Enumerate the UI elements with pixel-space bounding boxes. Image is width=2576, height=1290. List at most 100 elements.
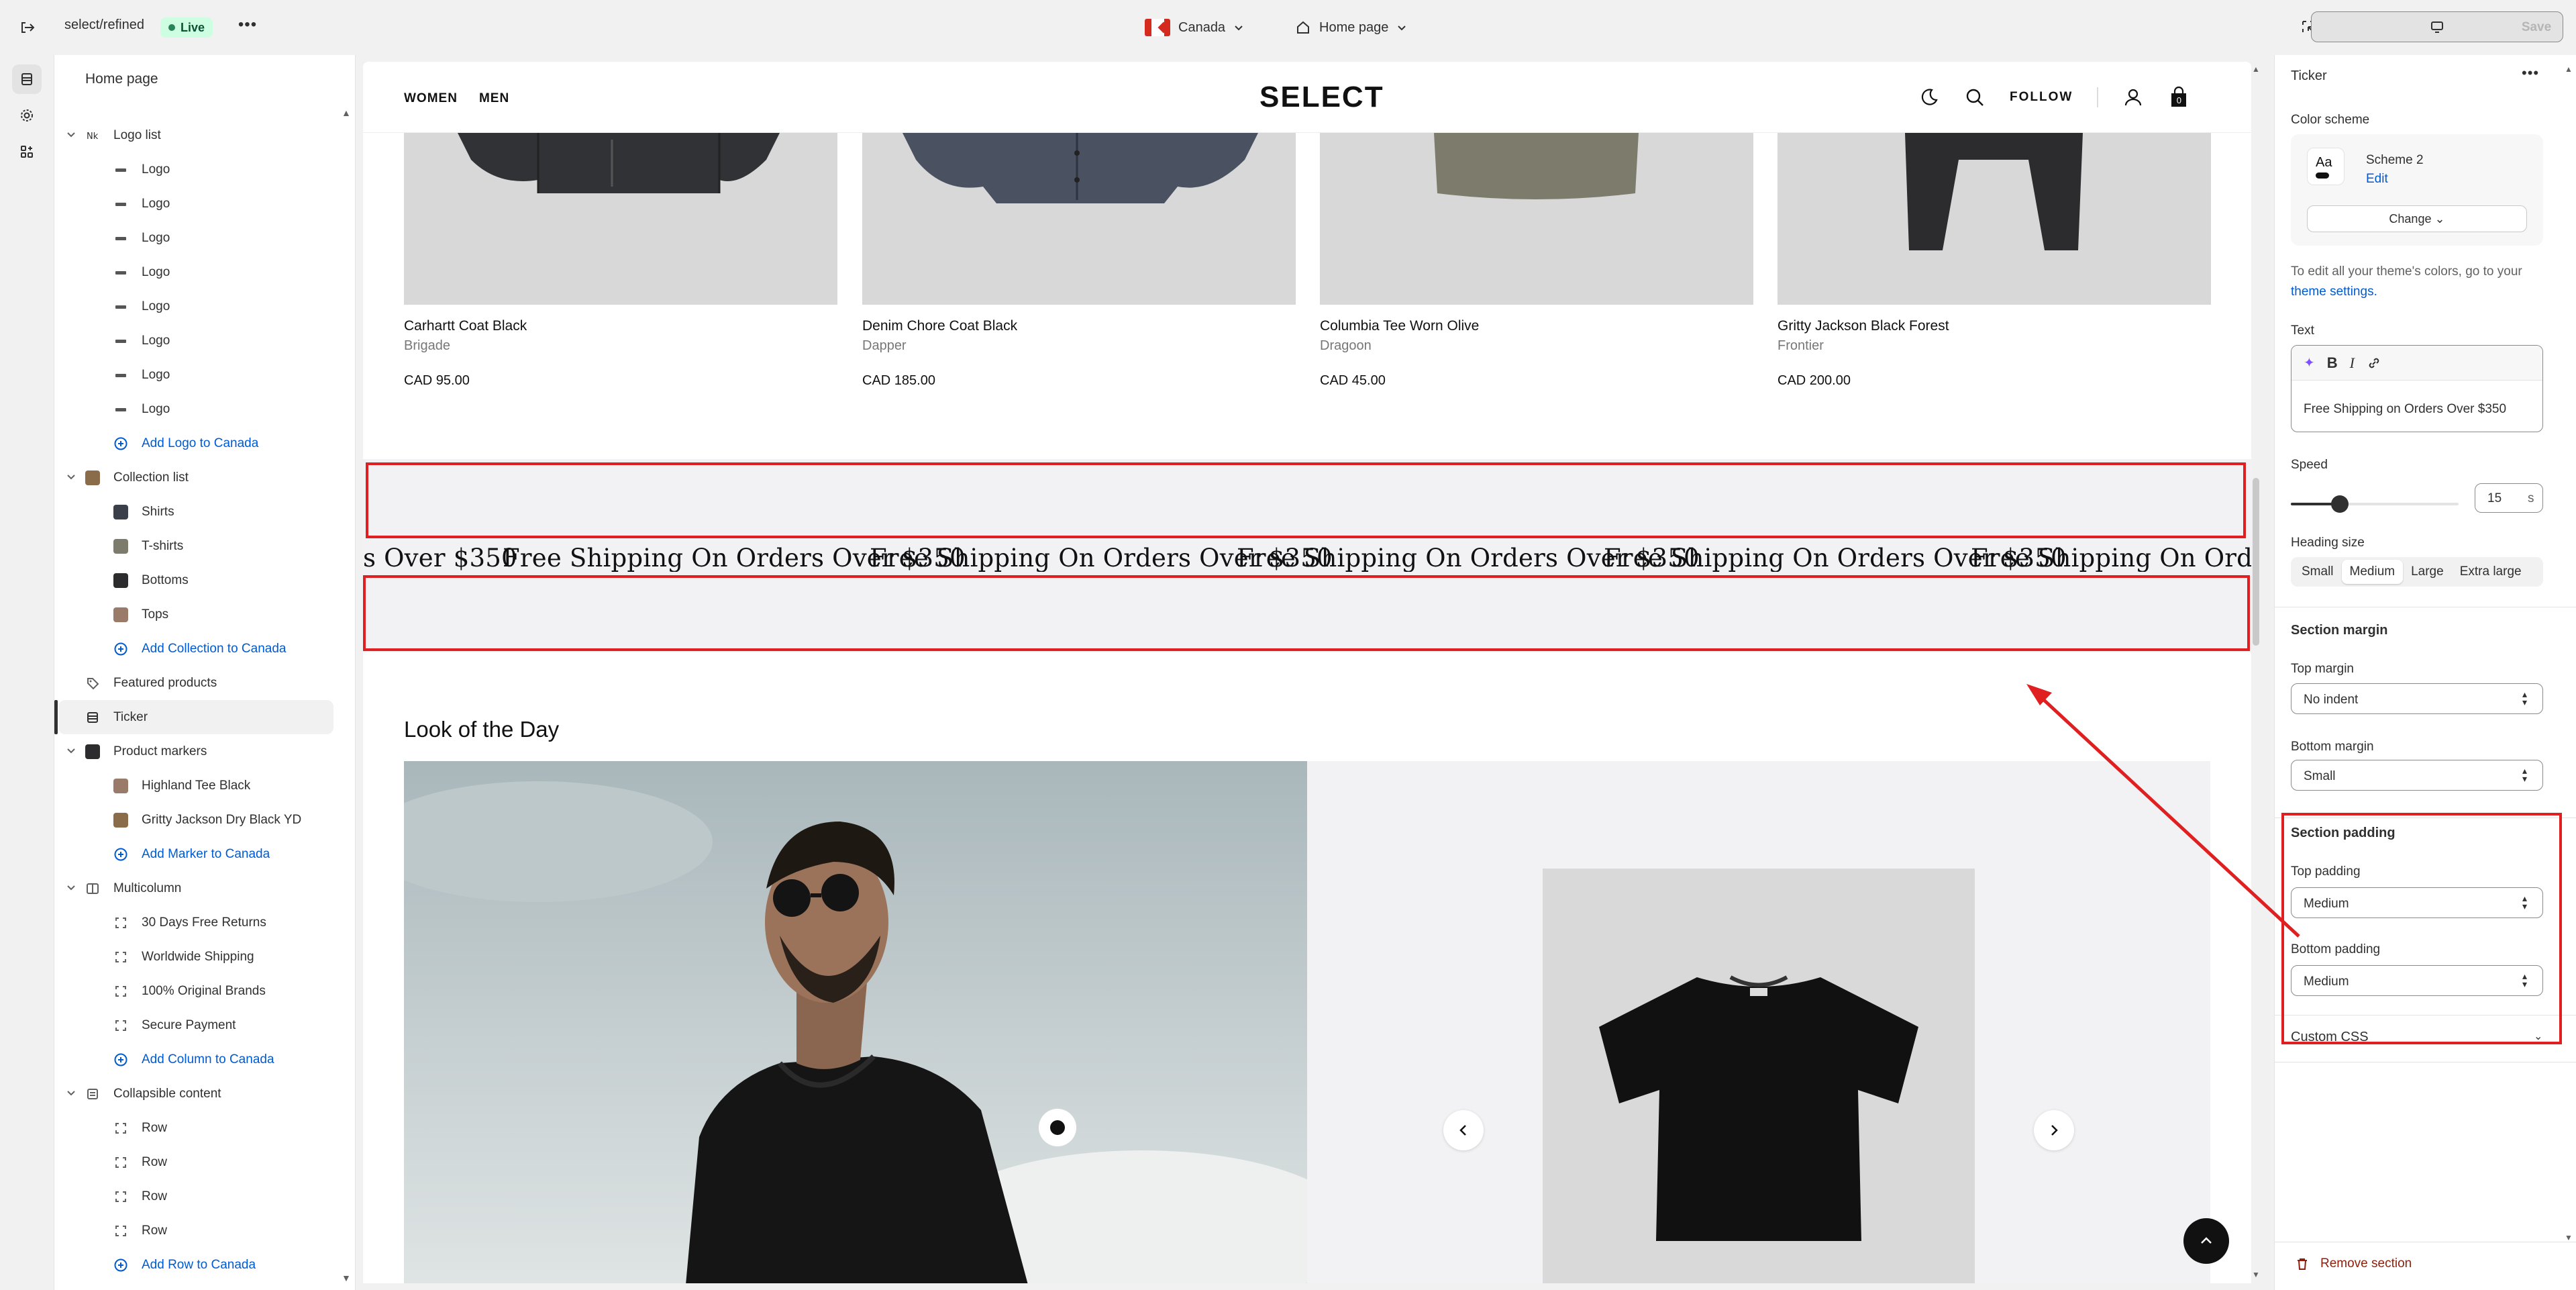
sidebar-item[interactable]: Logo	[54, 152, 343, 187]
block-frame-icon	[113, 1189, 128, 1204]
sidebar-item[interactable]: 30 Days Free Returns	[54, 905, 343, 940]
bottom-margin-select[interactable]: Small ▴ ▾	[2291, 760, 2543, 791]
page-selector[interactable]: Home page	[1295, 15, 1407, 40]
heading-size-option[interactable]: Small	[2294, 560, 2342, 584]
panel-scrollbar[interactable]: ▲ ▼	[2565, 62, 2573, 1283]
select-arrows-icon: ▴ ▾	[2522, 689, 2528, 707]
sidebar-item-label: Add Logo to Canada	[142, 436, 259, 450]
sidebar-item[interactable]: 100% Original Brands	[54, 974, 343, 1008]
product-card[interactable]: Columbia Tee Worn Olive Dragoon CAD 45.0…	[1320, 133, 1753, 388]
sidebar-item[interactable]: Gritty Jackson Dry Black YD	[54, 803, 343, 837]
nav-women[interactable]: WOMEN	[404, 91, 458, 106]
bold-icon[interactable]: B	[2327, 354, 2338, 372]
cart-icon[interactable]: 0	[2168, 86, 2189, 109]
scroll-down-icon[interactable]: ▼	[342, 1273, 351, 1283]
sidebar-item-label: Row	[142, 1120, 168, 1135]
slider-handle[interactable]	[2330, 495, 2349, 513]
previous-slide-button[interactable]	[1443, 1110, 1484, 1150]
sidebar-item[interactable]: Bottoms	[54, 563, 343, 597]
sidebar-item[interactable]: Ticker	[54, 700, 333, 734]
product-brand: Frontier	[1778, 338, 1824, 353]
sidebar-item[interactable]: Collection list	[54, 460, 343, 495]
product-card[interactable]: Denim Chore Coat Black Dapper CAD 185.00	[862, 133, 1296, 388]
sidebar-item[interactable]: Logo	[54, 358, 343, 392]
more-options-icon[interactable]: •••	[2522, 64, 2539, 82]
store-logo[interactable]: SELECT	[1259, 81, 1384, 114]
remove-section-button[interactable]: Remove section	[2295, 1256, 2412, 1271]
sidebar-item[interactable]: Add Column to Canada	[54, 1042, 343, 1077]
sidebar-item-label: Row	[142, 1223, 168, 1238]
scroll-up-icon[interactable]: ▲	[342, 107, 351, 118]
edit-scheme-link[interactable]: Edit	[2366, 172, 2388, 187]
dark-mode-icon[interactable]	[1918, 87, 1940, 108]
sidebar-item[interactable]: Logo	[54, 324, 343, 358]
sidebar-item[interactable]: Collapsible content	[54, 1077, 343, 1111]
preview-scrollbar[interactable]: ▲ ▼	[2251, 62, 2261, 1283]
sidebar-item[interactable]: Row	[54, 1111, 343, 1145]
chevron-down-icon[interactable]	[65, 882, 77, 894]
sidebar-item[interactable]: Row	[54, 1213, 343, 1248]
scroll-to-top-button[interactable]	[2183, 1218, 2229, 1264]
sidebar-item[interactable]: Secure Payment	[54, 1008, 343, 1042]
speed-slider[interactable]	[2291, 494, 2459, 514]
sidebar-item[interactable]: Worldwide Shipping	[54, 940, 343, 974]
product-card[interactable]: Gritty Jackson Black Forest Frontier CAD…	[1778, 133, 2211, 388]
follow-link[interactable]: FOLLOW	[2010, 90, 2073, 105]
country-selector[interactable]: Canada	[1145, 15, 1244, 40]
block-frame-icon	[113, 950, 128, 964]
chevron-down-icon[interactable]	[65, 745, 77, 757]
text-editor[interactable]: ✦ B I Free Shipping on Orders Over $350	[2291, 345, 2543, 432]
sidebar-item[interactable]: Highland Tee Black	[54, 768, 343, 803]
sidebar-item[interactable]: Add Collection to Canada	[54, 632, 343, 666]
top-margin-select[interactable]: No indent ▴ ▾	[2291, 683, 2543, 714]
ai-sparkle-icon[interactable]: ✦	[2304, 354, 2315, 371]
sidebar-item[interactable]: Shirts	[54, 495, 343, 529]
sidebar-item[interactable]: Tops	[54, 597, 343, 632]
product-card[interactable]: Carhartt Coat Black Brigade CAD 95.00	[404, 133, 837, 388]
sidebar-item[interactable]: Add Logo to Canada	[54, 426, 343, 460]
chevron-down-icon[interactable]	[65, 471, 77, 483]
heading-size-option[interactable]: Extra large	[2452, 560, 2530, 584]
sidebar-item[interactable]: Nk Logo list	[54, 118, 343, 152]
sidebar-item[interactable]: Logo	[54, 392, 343, 426]
more-actions-icon[interactable]: •••	[236, 17, 259, 38]
sidebar-item[interactable]: Row	[54, 1179, 343, 1213]
product-name: Carhartt Coat Black	[404, 318, 527, 334]
apps-icon[interactable]	[12, 137, 42, 166]
italic-icon[interactable]: I	[2350, 354, 2355, 372]
sidebar-item[interactable]: T-shirts	[54, 529, 343, 563]
heading-size-option[interactable]: Medium	[2341, 560, 2404, 584]
sidebar-item-label: Row	[142, 1154, 168, 1169]
chevron-down-icon: ⌄	[2434, 212, 2445, 226]
page-label: Home page	[1319, 19, 1389, 35]
heading-size-option[interactable]: Large	[2403, 560, 2452, 584]
speed-input[interactable]: 15 s	[2475, 483, 2543, 513]
chevron-down-icon[interactable]	[65, 1087, 77, 1099]
sidebar-item[interactable]: Logo	[54, 255, 343, 289]
sidebar-item[interactable]: Add Row to Canada	[54, 1248, 343, 1282]
sidebar-item[interactable]: Logo	[54, 187, 343, 221]
change-scheme-button[interactable]: Change ⌄	[2307, 205, 2527, 232]
theme-settings-icon[interactable]	[12, 101, 42, 130]
account-icon[interactable]	[2122, 87, 2144, 108]
sections-icon[interactable]	[12, 64, 42, 94]
theme-settings-link[interactable]: theme settings.	[2291, 285, 2377, 299]
chevron-down-icon[interactable]	[65, 129, 77, 141]
sidebar-item[interactable]: Add Marker to Canada	[54, 837, 343, 871]
sidebar-item[interactable]: Multicolumn	[54, 871, 343, 905]
collapsible-icon	[85, 1087, 100, 1101]
search-icon[interactable]	[1964, 87, 1986, 108]
sidebar-item-label: Shirts	[142, 504, 174, 519]
exit-icon[interactable]	[16, 16, 39, 39]
sidebar-item[interactable]: Row	[54, 1145, 343, 1179]
color-scheme-card: Aa Scheme 2 Edit Change ⌄	[2291, 134, 2543, 246]
save-button[interactable]: Save	[2512, 14, 2561, 41]
sidebar-item[interactable]: Logo	[54, 221, 343, 255]
link-icon[interactable]	[2367, 356, 2381, 370]
next-slide-button[interactable]	[2034, 1110, 2074, 1150]
sidebar-item[interactable]: Featured products	[54, 666, 343, 700]
nav-men[interactable]: MEN	[479, 91, 509, 106]
product-marker-hotspot[interactable]	[1039, 1109, 1076, 1146]
sidebar-item[interactable]: Product markers	[54, 734, 343, 768]
sidebar-item[interactable]: Logo	[54, 289, 343, 324]
